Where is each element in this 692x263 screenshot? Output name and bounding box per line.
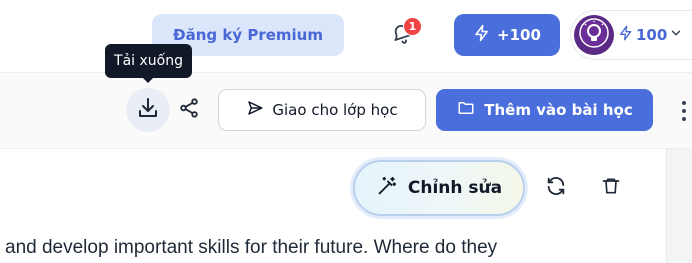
credits-display[interactable]: 100 [618, 22, 683, 48]
trash-icon [601, 175, 621, 201]
side-panel-edge [666, 149, 692, 263]
download-button[interactable] [126, 88, 170, 132]
folder-icon [456, 99, 476, 121]
tooltip-arrow [142, 77, 154, 83]
magic-wand-icon [376, 175, 398, 202]
owl-lightbulb-avatar-icon [579, 18, 609, 52]
assign-to-class-label: Giao cho lớp học [272, 101, 398, 119]
lightning-icon [618, 24, 634, 46]
download-tooltip: Tải xuống [105, 44, 192, 78]
add-to-lesson-button[interactable]: Thêm vào bài học [436, 89, 653, 131]
refresh-icon [545, 175, 567, 201]
lesson-text: and develop important skills for their f… [5, 237, 498, 258]
notification-count-badge: 1 [403, 17, 422, 36]
avatar[interactable] [574, 15, 614, 55]
edit-button[interactable]: Chỉnh sửa [353, 160, 525, 216]
credits-count: 100 [636, 26, 668, 44]
chevron-down-icon [669, 26, 683, 44]
assign-to-class-button[interactable]: Giao cho lớp học [218, 89, 426, 131]
bonus-credits-button[interactable]: +100 [454, 14, 560, 56]
add-to-lesson-label: Thêm vào bài học [484, 101, 633, 119]
bonus-credits-label: +100 [497, 26, 541, 44]
edit-label: Chỉnh sửa [407, 178, 503, 198]
share-button[interactable] [172, 92, 206, 128]
lightning-icon [473, 24, 491, 46]
download-icon [136, 96, 160, 124]
refresh-button[interactable] [540, 172, 572, 204]
share-icon [178, 97, 200, 123]
send-icon [246, 99, 264, 121]
delete-button[interactable] [595, 172, 627, 204]
more-vertical-icon[interactable] [676, 94, 692, 128]
